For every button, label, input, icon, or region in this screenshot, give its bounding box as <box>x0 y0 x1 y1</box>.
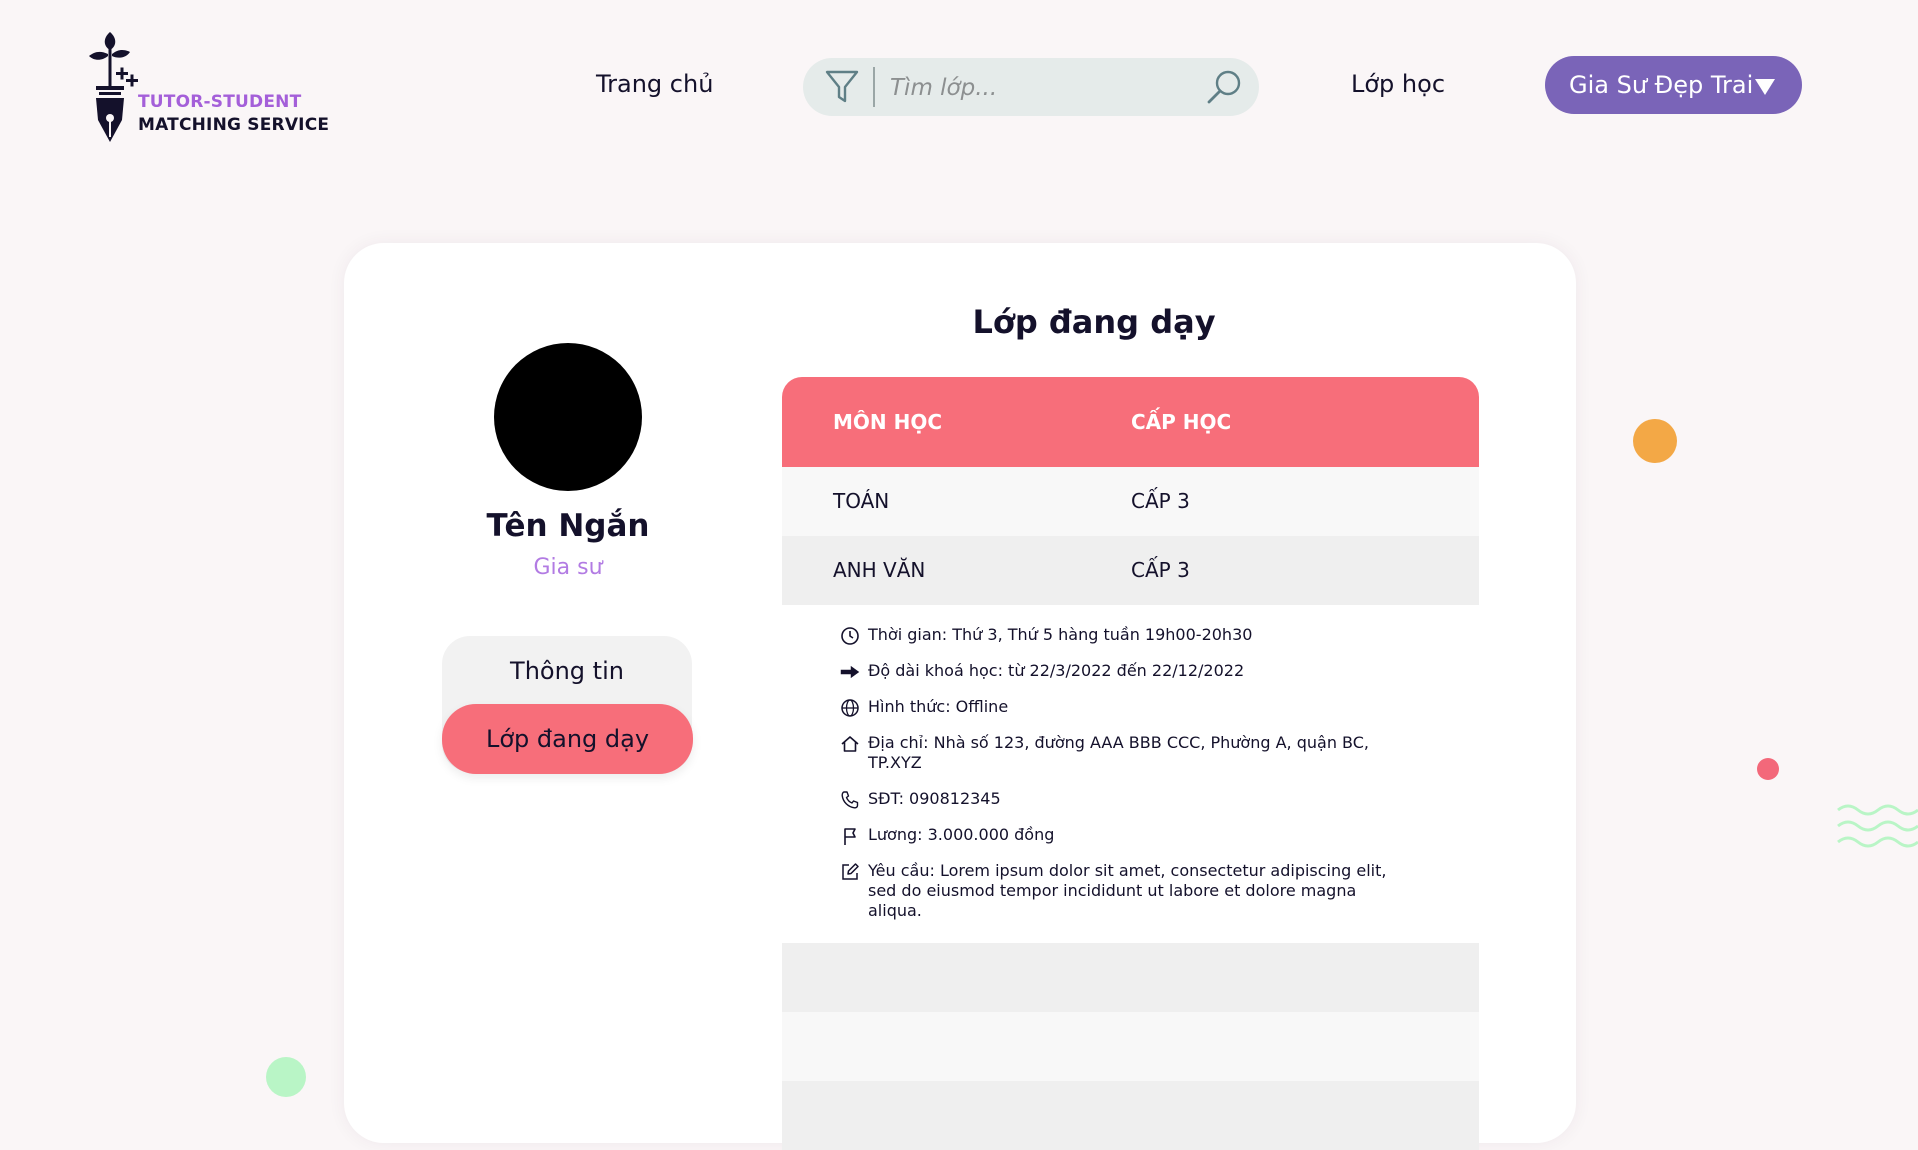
profile-role: Gia sư <box>533 555 603 580</box>
table-row[interactable]: ANH VĂN CẤP 3 <box>782 536 1479 605</box>
detail-phone: SĐT: 090812345 <box>782 789 1479 809</box>
globe-icon <box>841 699 859 717</box>
menu-item-teaching-classes[interactable]: Lớp đang dạy <box>442 704 693 774</box>
side-menu: Thông tin Lớp đang dạy <box>442 636 693 774</box>
table-row[interactable]: TOÁN CẤP 3 <box>782 467 1479 536</box>
section-title: Lớp đang dạy <box>972 303 1216 341</box>
class-details: Thời gian: Thứ 3, Thứ 5 hàng tuần 19h00-… <box>782 605 1479 943</box>
user-menu-label: Gia Sư Đẹp Trai <box>1569 71 1754 99</box>
decorative-green-dot <box>266 1057 306 1097</box>
search-divider <box>873 67 875 107</box>
decorative-orange-dot <box>1633 419 1677 463</box>
profile-name: Tên Ngắn <box>486 508 650 544</box>
detail-requirements: Yêu cầu: Lorem ipsum dolor sit amet, con… <box>782 861 1479 921</box>
detail-salary-text: Lương: 3.000.000 đồng <box>868 825 1055 844</box>
logo[interactable]: TUTOR-STUDENT MATCHING SERVICE <box>86 28 346 148</box>
decorative-red-dot <box>1757 758 1779 780</box>
nav-classes-link[interactable]: Lớp học <box>1351 70 1445 98</box>
cell-subject: TOÁN <box>833 489 890 513</box>
decorative-waves-icon <box>1837 804 1918 848</box>
chevron-down-icon <box>1755 79 1775 95</box>
edit-icon <box>842 863 859 880</box>
phone-icon <box>841 791 859 809</box>
detail-requirements-text: Yêu cầu: Lorem ipsum dolor sit amet, con… <box>868 861 1387 920</box>
detail-phone-text: SĐT: 090812345 <box>868 789 1001 808</box>
classes-table: MÔN HỌC CẤP HỌC TOÁN CẤP 3 ANH VĂN CẤP 3… <box>782 377 1479 1150</box>
table-row-empty <box>782 943 1479 1012</box>
header-level: CẤP HỌC <box>1131 410 1232 434</box>
detail-duration: Độ dài khoá học: từ 22/3/2022 đến 22/12/… <box>782 661 1479 681</box>
nav-home-link[interactable]: Trang chủ <box>596 70 713 98</box>
detail-duration-text: Độ dài khoá học: từ 22/3/2022 đến 22/12/… <box>868 661 1245 680</box>
menu-item-info[interactable]: Thông tin <box>442 636 692 706</box>
cell-level: CẤP 3 <box>1131 558 1190 582</box>
header-subject: MÔN HỌC <box>833 410 943 434</box>
logo-pen-plant-icon <box>89 32 138 142</box>
search-input[interactable] <box>888 66 1192 110</box>
detail-time: Thời gian: Thứ 3, Thứ 5 hàng tuần 19h00-… <box>782 625 1479 645</box>
logo-text-line1: TUTOR-STUDENT <box>138 92 302 112</box>
cell-level: CẤP 3 <box>1131 489 1190 513</box>
flag-icon <box>844 828 856 845</box>
detail-time-text: Thời gian: Thứ 3, Thứ 5 hàng tuần 19h00-… <box>868 625 1253 644</box>
profile-card: Tên Ngắn Gia sư Thông tin Lớp đang dạy L… <box>344 243 1576 1150</box>
detail-format-text: Hình thức: Offline <box>868 697 1009 716</box>
home-icon <box>841 736 859 752</box>
user-menu-button[interactable]: Gia Sư Đẹp Trai <box>1545 56 1802 114</box>
avatar <box>494 343 642 491</box>
table-header: MÔN HỌC CẤP HỌC <box>782 377 1479 467</box>
filter-icon[interactable] <box>825 69 859 105</box>
detail-format: Hình thức: Offline <box>782 697 1479 717</box>
clock-icon <box>841 627 859 645</box>
search-bar <box>803 58 1259 116</box>
detail-address: Địa chỉ: Nhà số 123, đường AAA BBB CCC, … <box>782 733 1479 773</box>
table-row-empty <box>782 1012 1479 1081</box>
arrow-right-icon <box>840 665 860 679</box>
search-icon[interactable] <box>1205 68 1243 106</box>
table-row-empty <box>782 1081 1479 1150</box>
detail-address-text: Địa chỉ: Nhà số 123, đường AAA BBB CCC, … <box>868 733 1369 772</box>
cell-subject: ANH VĂN <box>833 558 926 582</box>
logo-text-line2: MATCHING SERVICE <box>138 115 330 135</box>
detail-salary: Lương: 3.000.000 đồng <box>782 825 1479 845</box>
